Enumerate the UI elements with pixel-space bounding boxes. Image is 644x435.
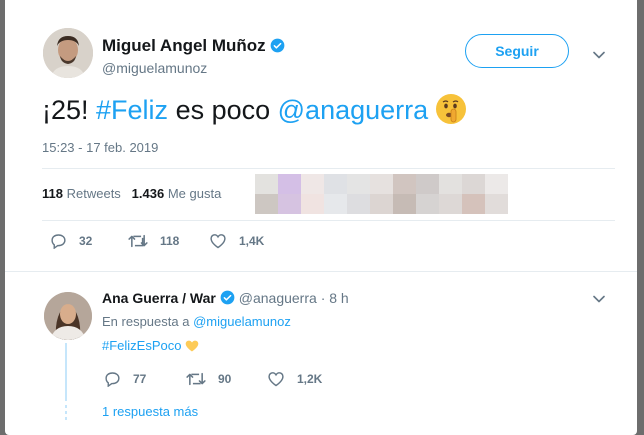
reply-like-count: 1,2K <box>297 372 323 386</box>
replying-to: En respuesta a @miguelamunoz <box>102 314 291 329</box>
reply-author-name[interactable]: Ana Guerra / War <box>102 290 216 306</box>
heart-icon <box>268 372 284 387</box>
reply-count: 32 <box>79 234 93 248</box>
reply-like-action[interactable]: 1,2K <box>267 371 322 387</box>
author-name-text[interactable]: Miguel Angel Muñoz <box>102 36 266 55</box>
thread-dot <box>65 411 67 414</box>
follow-button[interactable]: Seguir <box>465 34 569 68</box>
likers-avatars[interactable] <box>255 174 508 214</box>
thread-dot <box>65 417 67 420</box>
likes-stat[interactable]: 1.436 Me gusta <box>132 186 222 201</box>
reply-icon <box>105 372 120 387</box>
reply-time[interactable]: · 8 h <box>321 290 349 306</box>
reply-author-avatar[interactable] <box>44 292 92 340</box>
divider <box>42 220 615 221</box>
more-replies-link[interactable]: 1 respuesta más <box>102 404 198 419</box>
reply-reply-action[interactable]: 77 <box>104 371 146 387</box>
chevron-down-icon[interactable] <box>593 51 605 59</box>
thread-dot <box>65 405 67 408</box>
author-handle[interactable]: @miguelamunoz <box>102 60 207 76</box>
replying-prefix: En respuesta a <box>102 314 190 329</box>
tweet-stats: 118 Retweets 1.436 Me gusta <box>42 186 221 201</box>
thread-line <box>65 343 67 401</box>
chevron-down-icon[interactable] <box>593 295 605 303</box>
tweet-card: Miguel Angel Muñoz @miguelamunoz Seguir … <box>5 0 637 435</box>
reply-action[interactable]: 32 <box>50 233 92 249</box>
likes-label: Me gusta <box>167 186 222 201</box>
reply-hashtag-link[interactable]: #FelizEsPoco <box>102 338 181 353</box>
tweet-text-middle: es poco <box>168 95 278 125</box>
divider <box>42 168 615 169</box>
yellow-heart-emoji-icon <box>186 340 199 352</box>
retweet-action[interactable]: 118 <box>128 233 179 249</box>
reply-author-handle[interactable]: @anaguerra <box>239 290 317 306</box>
verified-badge-icon <box>270 38 285 53</box>
retweet-icon <box>186 372 206 386</box>
reply-retweet-action[interactable]: 90 <box>186 371 231 387</box>
shushing-face-emoji-icon <box>435 94 466 124</box>
likes-count: 1.436 <box>131 186 165 201</box>
tweet-text: ¡25! #Feliz es poco @anaguerra <box>42 94 466 126</box>
retweet-icon <box>128 233 148 249</box>
retweets-count: 118 <box>42 186 63 201</box>
divider <box>5 271 637 272</box>
hashtag-link[interactable]: #Feliz <box>96 95 168 125</box>
retweet-count: 118 <box>160 234 180 248</box>
reply-retweet-count: 90 <box>218 372 232 386</box>
tweet-text-prefix: ¡25! <box>42 95 97 125</box>
mention-link[interactable]: @anaguerra <box>278 95 429 125</box>
heart-icon <box>210 234 226 249</box>
retweets-stat[interactable]: 118 Retweets <box>42 186 121 201</box>
like-count: 1,4K <box>239 234 265 248</box>
retweets-label: Retweets <box>66 186 121 201</box>
reply-icon <box>51 234 66 249</box>
author-name[interactable]: Miguel Angel Muñoz <box>102 36 285 56</box>
replying-to-mention[interactable]: @miguelamunoz <box>193 314 291 329</box>
author-avatar[interactable] <box>43 28 93 78</box>
tweet-timestamp[interactable]: 15:23 - 17 feb. 2019 <box>42 140 158 155</box>
reply-author-line: Ana Guerra / War @anaguerra · 8 h <box>102 290 349 306</box>
reply-reply-count: 77 <box>133 372 147 386</box>
like-action[interactable]: 1,4K <box>209 233 264 249</box>
verified-badge-icon <box>220 290 235 305</box>
reply-text: #FelizEsPoco <box>102 338 199 353</box>
